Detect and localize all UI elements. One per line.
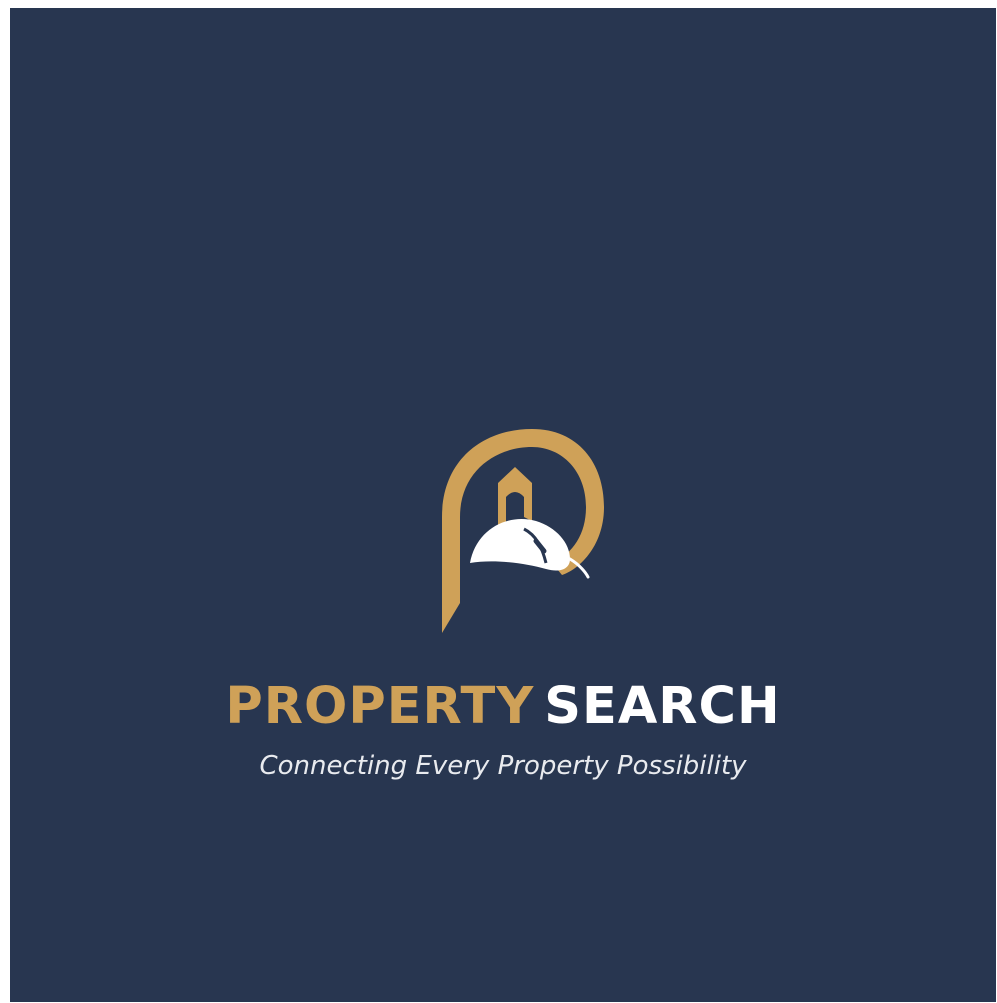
brand-wordmark: PROPERTY SEARCH xyxy=(10,677,996,737)
brand-name-part-2: SEARCH xyxy=(544,677,781,736)
logo-canvas: PROPERTY SEARCH Connecting Every Property… xyxy=(10,8,996,1002)
p-house-mouse-icon xyxy=(442,429,604,633)
brand-name-part-1: PROPERTY xyxy=(225,677,535,736)
brand-tagline: Connecting Every Property Possibility xyxy=(259,751,747,781)
